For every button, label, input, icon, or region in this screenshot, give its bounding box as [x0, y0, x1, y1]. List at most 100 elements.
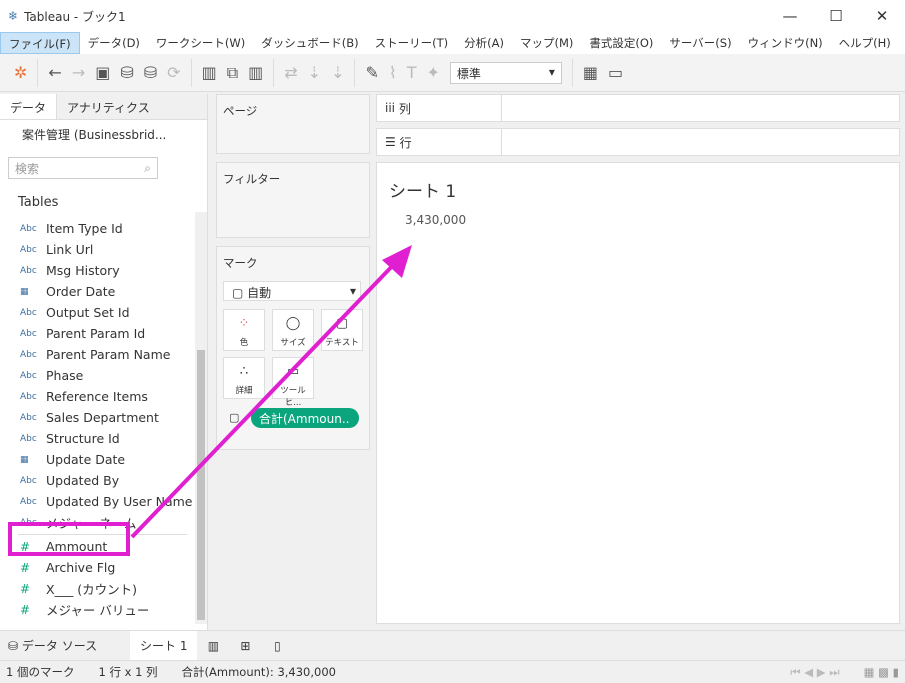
- string-type-icon: Abc: [20, 391, 37, 402]
- field-name: Update Date: [46, 452, 126, 467]
- string-type-icon: Abc: [20, 244, 37, 255]
- group-icon[interactable]: ⌇: [389, 63, 397, 82]
- detail-icon: ∴: [239, 364, 249, 379]
- datasource-item[interactable]: 案件管理 (Businessbrid...: [0, 120, 207, 149]
- tableau-home-icon[interactable]: ✲: [14, 63, 27, 82]
- tooltip-button[interactable]: ▭ ツールヒ...: [272, 357, 314, 408]
- refresh-icon[interactable]: ⟳: [167, 63, 180, 82]
- tableau-logo-icon: ❄: [8, 9, 19, 23]
- field-name: Archive Flg: [46, 560, 116, 575]
- tab-analytics[interactable]: アナリティクス: [57, 94, 160, 119]
- new-datasource-icon[interactable]: ⛁: [120, 63, 133, 82]
- size-label: サイズ: [280, 338, 306, 348]
- new-worksheet-tab-icon[interactable]: ▥: [197, 639, 229, 653]
- pin-icon[interactable]: ✦: [426, 63, 439, 82]
- new-story-tab-icon[interactable]: ▯: [261, 639, 293, 653]
- field-name: Updated By: [46, 473, 120, 488]
- menu-dashboard[interactable]: ダッシュボード(B): [253, 32, 366, 54]
- field-item[interactable]: Abc Reference Items: [0, 386, 207, 407]
- field-item[interactable]: Abc Phase: [0, 365, 207, 386]
- measure-item[interactable]: # メジャー バリュー: [0, 599, 207, 620]
- tab-sheet1[interactable]: シート 1: [130, 630, 198, 661]
- tab-datasource[interactable]: ⛁ データ ソース: [0, 637, 130, 654]
- rows-shelf[interactable]: ☰ 行: [376, 128, 900, 156]
- menu-help[interactable]: ヘルプ(H): [831, 32, 899, 54]
- string-type-icon: Abc: [20, 496, 37, 507]
- menu-worksheet[interactable]: ワークシート(W): [148, 32, 253, 54]
- measure-pill[interactable]: 合計(Ammoun..: [251, 408, 359, 428]
- tooltip-label: ツールヒ...: [280, 386, 306, 408]
- back-icon[interactable]: ←: [48, 63, 61, 82]
- highlight-box: [8, 522, 130, 556]
- text-label: テキスト: [325, 338, 359, 348]
- field-item[interactable]: ▦ Order Date: [0, 281, 207, 302]
- view-mode-icon[interactable]: ▦ ▩ ▮: [864, 665, 899, 679]
- field-name: Msg History: [46, 263, 120, 278]
- sheet-nav-icon[interactable]: ⏮ ◀ ▶ ⏭: [790, 665, 839, 680]
- swap-icon[interactable]: ⇄: [284, 63, 297, 82]
- mark-type-select[interactable]: ▢ 自動 ▾: [223, 281, 361, 301]
- measure-item[interactable]: # X___ (カウント): [0, 578, 207, 599]
- field-item[interactable]: ▦ Update Date: [0, 449, 207, 470]
- menu-analysis[interactable]: 分析(A): [456, 32, 512, 54]
- pause-update-icon[interactable]: ⛁: [144, 63, 157, 82]
- field-item[interactable]: Abc Msg History: [0, 260, 207, 281]
- field-item[interactable]: Abc Parent Param Name: [0, 344, 207, 365]
- number-type-icon: #: [20, 602, 31, 617]
- field-name: メジャー バリュー: [46, 603, 150, 618]
- text-button[interactable]: ▢ テキスト: [321, 309, 363, 351]
- save-icon[interactable]: ▣: [95, 63, 110, 82]
- menu-file[interactable]: ファイル(F): [0, 32, 80, 54]
- fit-select[interactable]: 標準 ▾: [449, 61, 562, 84]
- new-dashboard-tab-icon[interactable]: ⊞: [229, 639, 261, 653]
- mark-value[interactable]: 3,430,000: [405, 213, 466, 227]
- menu-data[interactable]: データ(D): [80, 32, 148, 54]
- field-item[interactable]: Abc Output Set Id: [0, 302, 207, 323]
- columns-shelf[interactable]: iii 列: [376, 94, 900, 122]
- show-me-icon[interactable]: ▦: [583, 63, 598, 82]
- rows-icon: ☰: [385, 135, 400, 149]
- tab-data[interactable]: データ: [0, 94, 58, 119]
- field-item[interactable]: Abc Sales Department: [0, 407, 207, 428]
- pages-card[interactable]: ページ: [216, 94, 370, 154]
- field-item[interactable]: Abc Parent Param Id: [0, 323, 207, 344]
- search-input[interactable]: 検索 ⌕: [8, 157, 158, 179]
- label-icon[interactable]: T: [407, 63, 417, 82]
- field-item[interactable]: Abc Link Url: [0, 239, 207, 260]
- close-button[interactable]: ✕: [859, 7, 905, 25]
- field-item[interactable]: Abc Item Type Id: [0, 218, 207, 239]
- sort-asc-icon[interactable]: ⇣: [308, 63, 321, 82]
- menu-server[interactable]: サーバー(S): [661, 32, 739, 54]
- field-item[interactable]: Abc Updated By User Name: [0, 491, 207, 512]
- mark-type-value: 自動: [247, 286, 272, 300]
- worksheet-view[interactable]: シート 1 3,430,000: [376, 162, 900, 624]
- fit-select-value: 標準: [456, 66, 481, 81]
- forward-icon[interactable]: →: [72, 63, 85, 82]
- minimize-button[interactable]: —: [767, 7, 813, 25]
- text-icon: ▢: [335, 316, 349, 331]
- duplicate-sheet-icon[interactable]: ⧉: [227, 63, 238, 83]
- new-worksheet-icon[interactable]: ▥: [202, 63, 217, 82]
- scrollbar-thumb[interactable]: [197, 350, 205, 620]
- menu-format[interactable]: 書式設定(O): [581, 32, 661, 54]
- field-name: Parent Param Id: [46, 326, 146, 341]
- menu-map[interactable]: マップ(M): [512, 32, 581, 54]
- sort-desc-icon[interactable]: ⇣: [331, 63, 344, 82]
- scrollbar[interactable]: [195, 212, 207, 624]
- clear-sheet-icon[interactable]: ▥: [248, 63, 263, 82]
- text-icon: ▢: [229, 411, 240, 424]
- field-item[interactable]: Abc Updated By: [0, 470, 207, 491]
- field-item[interactable]: Abc Structure Id: [0, 428, 207, 449]
- presentation-icon[interactable]: ▭: [608, 63, 623, 82]
- menu-window[interactable]: ウィンドウ(N): [740, 32, 831, 54]
- color-button[interactable]: ⁘ 色: [223, 309, 265, 351]
- status-dims: 1 行 x 1 列: [98, 665, 158, 679]
- detail-button[interactable]: ∴ 詳細: [223, 357, 265, 399]
- menu-story[interactable]: ストーリー(T): [367, 32, 457, 54]
- filters-card[interactable]: フィルター: [216, 162, 370, 238]
- highlight-icon[interactable]: ✎: [365, 63, 378, 82]
- size-button[interactable]: ◯ サイズ: [272, 309, 314, 351]
- maximize-button[interactable]: ☐: [813, 7, 859, 25]
- measure-item[interactable]: # Archive Flg: [0, 557, 207, 578]
- field-name: Output Set Id: [46, 305, 130, 320]
